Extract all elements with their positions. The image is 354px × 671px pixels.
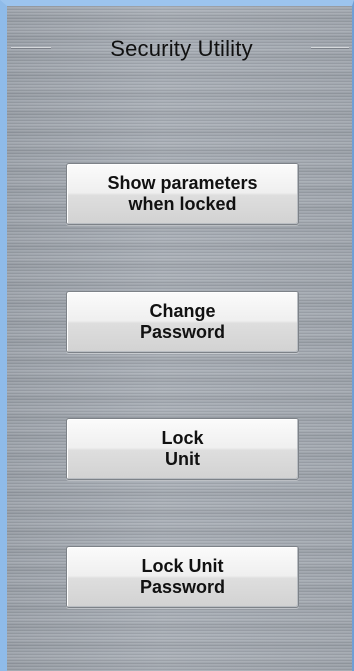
lock-unit-password-button-label: Lock Unit Password	[139, 556, 226, 597]
change-password-button-label: Change Password	[139, 301, 226, 342]
change-password-button[interactable]: Change Password	[66, 291, 299, 353]
show-parameters-when-locked-button-label: Show parameters when locked	[107, 173, 258, 214]
group-box-title: Security Utility	[110, 36, 253, 61]
group-box-top-border-right	[311, 47, 349, 48]
lock-unit-button[interactable]: Lock Unit	[66, 418, 299, 480]
security-utility-window: Security Utility Show parameters when lo…	[0, 0, 354, 671]
brushed-metal-panel: Security Utility Show parameters when lo…	[7, 6, 352, 671]
show-parameters-when-locked-button[interactable]: Show parameters when locked	[66, 163, 299, 225]
group-box-top-border-left	[11, 47, 51, 48]
lock-unit-button-label: Lock Unit	[161, 428, 204, 469]
lock-unit-password-button[interactable]: Lock Unit Password	[66, 546, 299, 608]
